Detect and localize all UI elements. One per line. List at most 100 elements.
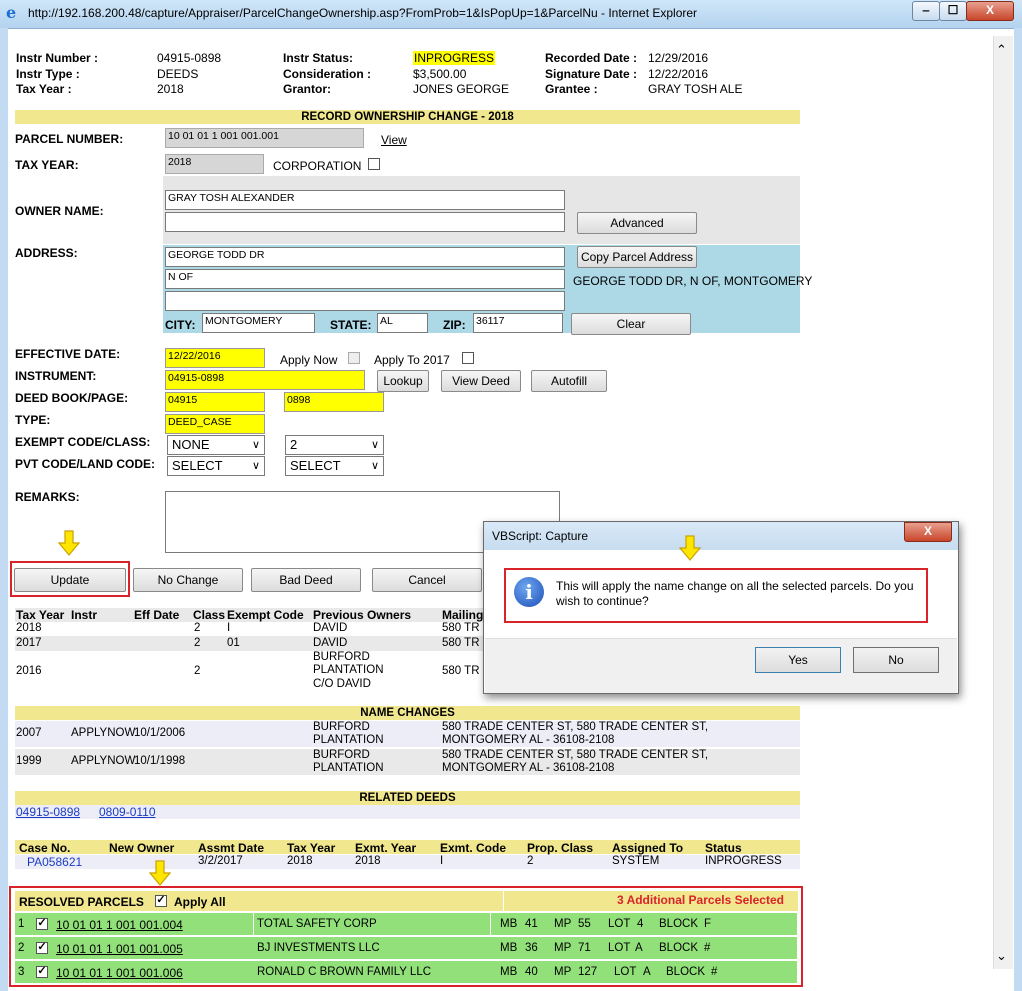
name-change-row2-owner-line2: PLANTATION	[313, 762, 384, 774]
history-row2-exempt: 01	[227, 637, 240, 649]
history-header-class: Class	[193, 608, 226, 622]
exempt-code-select[interactable]: NONE ∨	[167, 435, 265, 455]
name-change-row1-owner-line2: PLANTATION	[313, 734, 384, 746]
type-field[interactable]: DEED_CASE	[165, 414, 265, 434]
zip-label: ZIP:	[443, 318, 466, 332]
resolved-row1-block-label: BLOCK	[659, 918, 698, 930]
minimize-icon: ‒	[922, 3, 930, 17]
clear-button[interactable]: Clear	[571, 313, 691, 335]
no-change-button[interactable]: No Change	[133, 568, 243, 592]
record-tax-year-field[interactable]: 2018	[165, 154, 264, 174]
parcels-selected-count: 3 Additional Parcels Selected	[617, 893, 784, 907]
related-deed-link-2[interactable]: 0809-0110	[99, 805, 156, 819]
resolved-row3-checkbox[interactable]	[36, 966, 48, 978]
instr-number-label: Instr Number :	[16, 51, 99, 65]
address-line-3-field[interactable]	[165, 291, 565, 311]
recorded-date-label: Recorded Date :	[545, 51, 638, 65]
name-change-row1-owner-line1: BURFORD	[313, 721, 370, 733]
exempt-code-class-label: EXEMPT CODE/CLASS:	[15, 435, 151, 449]
land-code-value: SELECT	[290, 458, 341, 473]
zip-field[interactable]: 36117	[473, 313, 563, 333]
city-field[interactable]: MONTGOMERY	[202, 313, 315, 333]
apply-all-label: Apply All	[174, 895, 226, 909]
owner-name-field-2[interactable]	[165, 212, 565, 232]
apply-all-checkbox[interactable]	[155, 895, 167, 907]
resolved-row2-block: #	[704, 942, 711, 954]
case-status: INPROGRESS	[705, 855, 782, 867]
grantee-label: Grantee :	[545, 82, 598, 96]
cases-header-status: Status	[705, 841, 742, 855]
history-row1-owner: DAVID	[313, 622, 348, 634]
type-label: TYPE:	[15, 413, 51, 427]
no-button[interactable]: No	[853, 647, 939, 673]
apply-now-checkbox[interactable]	[348, 352, 360, 364]
update-button[interactable]: Update	[14, 568, 126, 592]
table-row	[15, 651, 485, 692]
related-deed-link-1[interactable]: 04915-0898	[16, 805, 80, 819]
instr-type-label: Instr Type :	[16, 67, 80, 81]
name-change-row2-instr: APPLYNOW	[71, 755, 136, 767]
minimize-button[interactable]: ‒	[912, 1, 940, 21]
resolved-row1-mb: 41	[525, 918, 538, 930]
view-deed-button[interactable]: View Deed	[441, 370, 521, 392]
resolved-row3-mb-label: MB	[500, 966, 518, 978]
deed-page-field[interactable]: 0898	[284, 392, 384, 412]
instrument-field[interactable]: 04915-0898	[165, 370, 365, 390]
resolved-row1-parcel-link[interactable]: 10 01 01 1 001 001.004	[56, 918, 183, 932]
resolved-row1-owner: TOTAL SAFETY CORP	[257, 918, 377, 930]
lookup-button[interactable]: Lookup	[377, 370, 429, 392]
autofill-button[interactable]: Autofill	[531, 370, 607, 392]
apply-to-checkbox[interactable]	[462, 352, 474, 364]
dialog-message-line2: wish to continue?	[556, 594, 649, 608]
resolved-row2-block-label: BLOCK	[659, 942, 698, 954]
maximize-button[interactable]: ☐	[939, 1, 967, 21]
resolved-row1-checkbox[interactable]	[36, 918, 48, 930]
advanced-button[interactable]: Advanced	[577, 212, 697, 234]
window-titlebar: e http://192.168.200.48/capture/Appraise…	[0, 0, 1022, 29]
cases-header-assmt-date: Assmt Date	[198, 841, 265, 855]
effective-date-field[interactable]: 12/22/2016	[165, 348, 265, 368]
owner-name-panel	[163, 176, 800, 244]
corporation-checkbox[interactable]	[368, 158, 380, 170]
record-tax-year-label: TAX YEAR:	[15, 158, 79, 172]
pvt-code-select[interactable]: SELECT ∨	[167, 456, 265, 476]
case-number-link[interactable]: PA058621	[27, 855, 82, 869]
scroll-up-icon[interactable]: ⌃	[996, 42, 1007, 58]
resolved-row2-owner: BJ INVESTMENTS LLC	[257, 942, 380, 954]
state-field[interactable]: AL	[377, 313, 428, 333]
resolved-row3-parcel-link[interactable]: 10 01 01 1 001 001.006	[56, 966, 183, 980]
copy-parcel-address-button[interactable]: Copy Parcel Address	[577, 246, 697, 268]
parcel-number-field[interactable]: 10 01 01 1 001 001.001	[165, 128, 364, 148]
land-code-select[interactable]: SELECT ∨	[285, 456, 384, 476]
close-window-button[interactable]: X	[966, 1, 1014, 21]
cases-header-case-no: Case No.	[19, 841, 71, 855]
resolved-row2-parcel-link[interactable]: 10 01 01 1 001 001.005	[56, 942, 183, 956]
name-change-row1-instr: APPLYNOW	[71, 727, 136, 739]
cancel-button[interactable]: Cancel	[372, 568, 482, 592]
history-row3-owner-line2: PLANTATION	[313, 664, 384, 676]
scroll-down-icon[interactable]: ⌄	[996, 948, 1007, 964]
dialog-close-button[interactable]: X	[904, 522, 952, 542]
address-line-1-field[interactable]: GEORGE TODD DR	[165, 247, 565, 267]
resolved-row2-checkbox[interactable]	[36, 942, 48, 954]
exempt-class-select[interactable]: 2 ∨	[285, 435, 384, 455]
grantor-label: Grantor:	[283, 82, 331, 96]
cases-header-exmt-code: Exmt. Code	[440, 841, 507, 855]
view-parcel-link[interactable]: View	[381, 133, 407, 147]
cases-header-tax-year: Tax Year	[287, 841, 336, 855]
resolved-row1-lot: 4	[637, 918, 644, 930]
recorded-date-value: 12/29/2016	[648, 51, 709, 65]
address-line-2-field[interactable]: N OF	[165, 269, 565, 289]
history-row1-class: 2	[194, 622, 201, 634]
bad-deed-button[interactable]: Bad Deed	[251, 568, 361, 592]
cases-header-prop-class: Prop. Class	[527, 841, 594, 855]
owner-name-field-1[interactable]: GRAY TOSH ALEXANDER	[165, 190, 565, 210]
yes-button[interactable]: Yes	[755, 647, 841, 673]
consideration-value: $3,500.00	[413, 67, 467, 81]
case-exmt-year: 2018	[355, 855, 381, 867]
signature-date-value: 12/22/2016	[648, 67, 709, 81]
vertical-scrollbar[interactable]	[993, 36, 1013, 969]
deed-book-field[interactable]: 04915	[165, 392, 265, 412]
chevron-down-icon: ∨	[251, 439, 260, 451]
remarks-label: REMARKS:	[15, 490, 80, 504]
